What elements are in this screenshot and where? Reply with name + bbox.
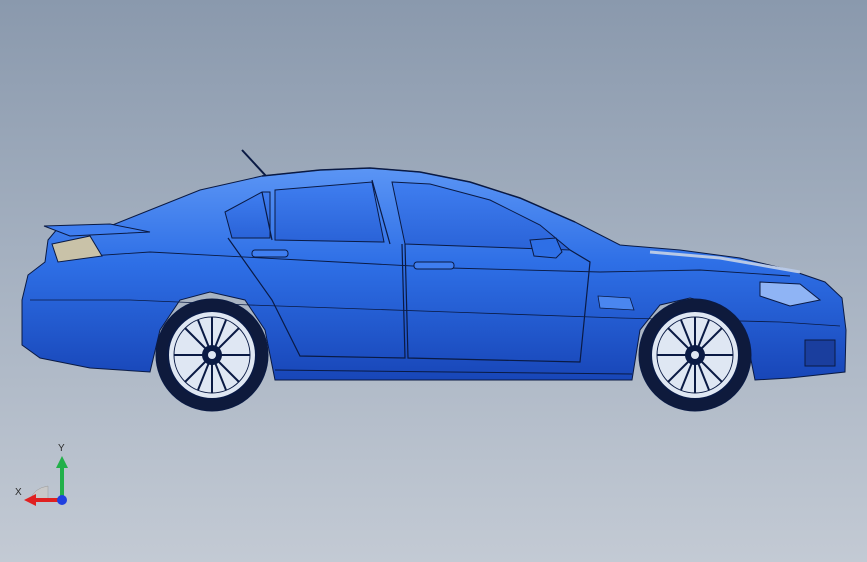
front-vent (804, 339, 836, 367)
axis-triad (24, 456, 68, 506)
front-fender-vent (597, 295, 635, 311)
z-axis-icon (57, 495, 67, 505)
rear-door-handle (251, 249, 289, 258)
x-axis-label: X (15, 487, 22, 498)
y-axis-label: Y (58, 443, 65, 454)
front-door-handle (413, 261, 455, 270)
front-wheel (638, 298, 752, 412)
side-mirror (529, 237, 563, 259)
rear-door-window (274, 181, 385, 243)
rear-wheel (155, 298, 269, 412)
antenna (241, 149, 267, 177)
3d-viewport[interactable]: Y X (0, 0, 867, 562)
car-model[interactable] (0, 0, 867, 562)
